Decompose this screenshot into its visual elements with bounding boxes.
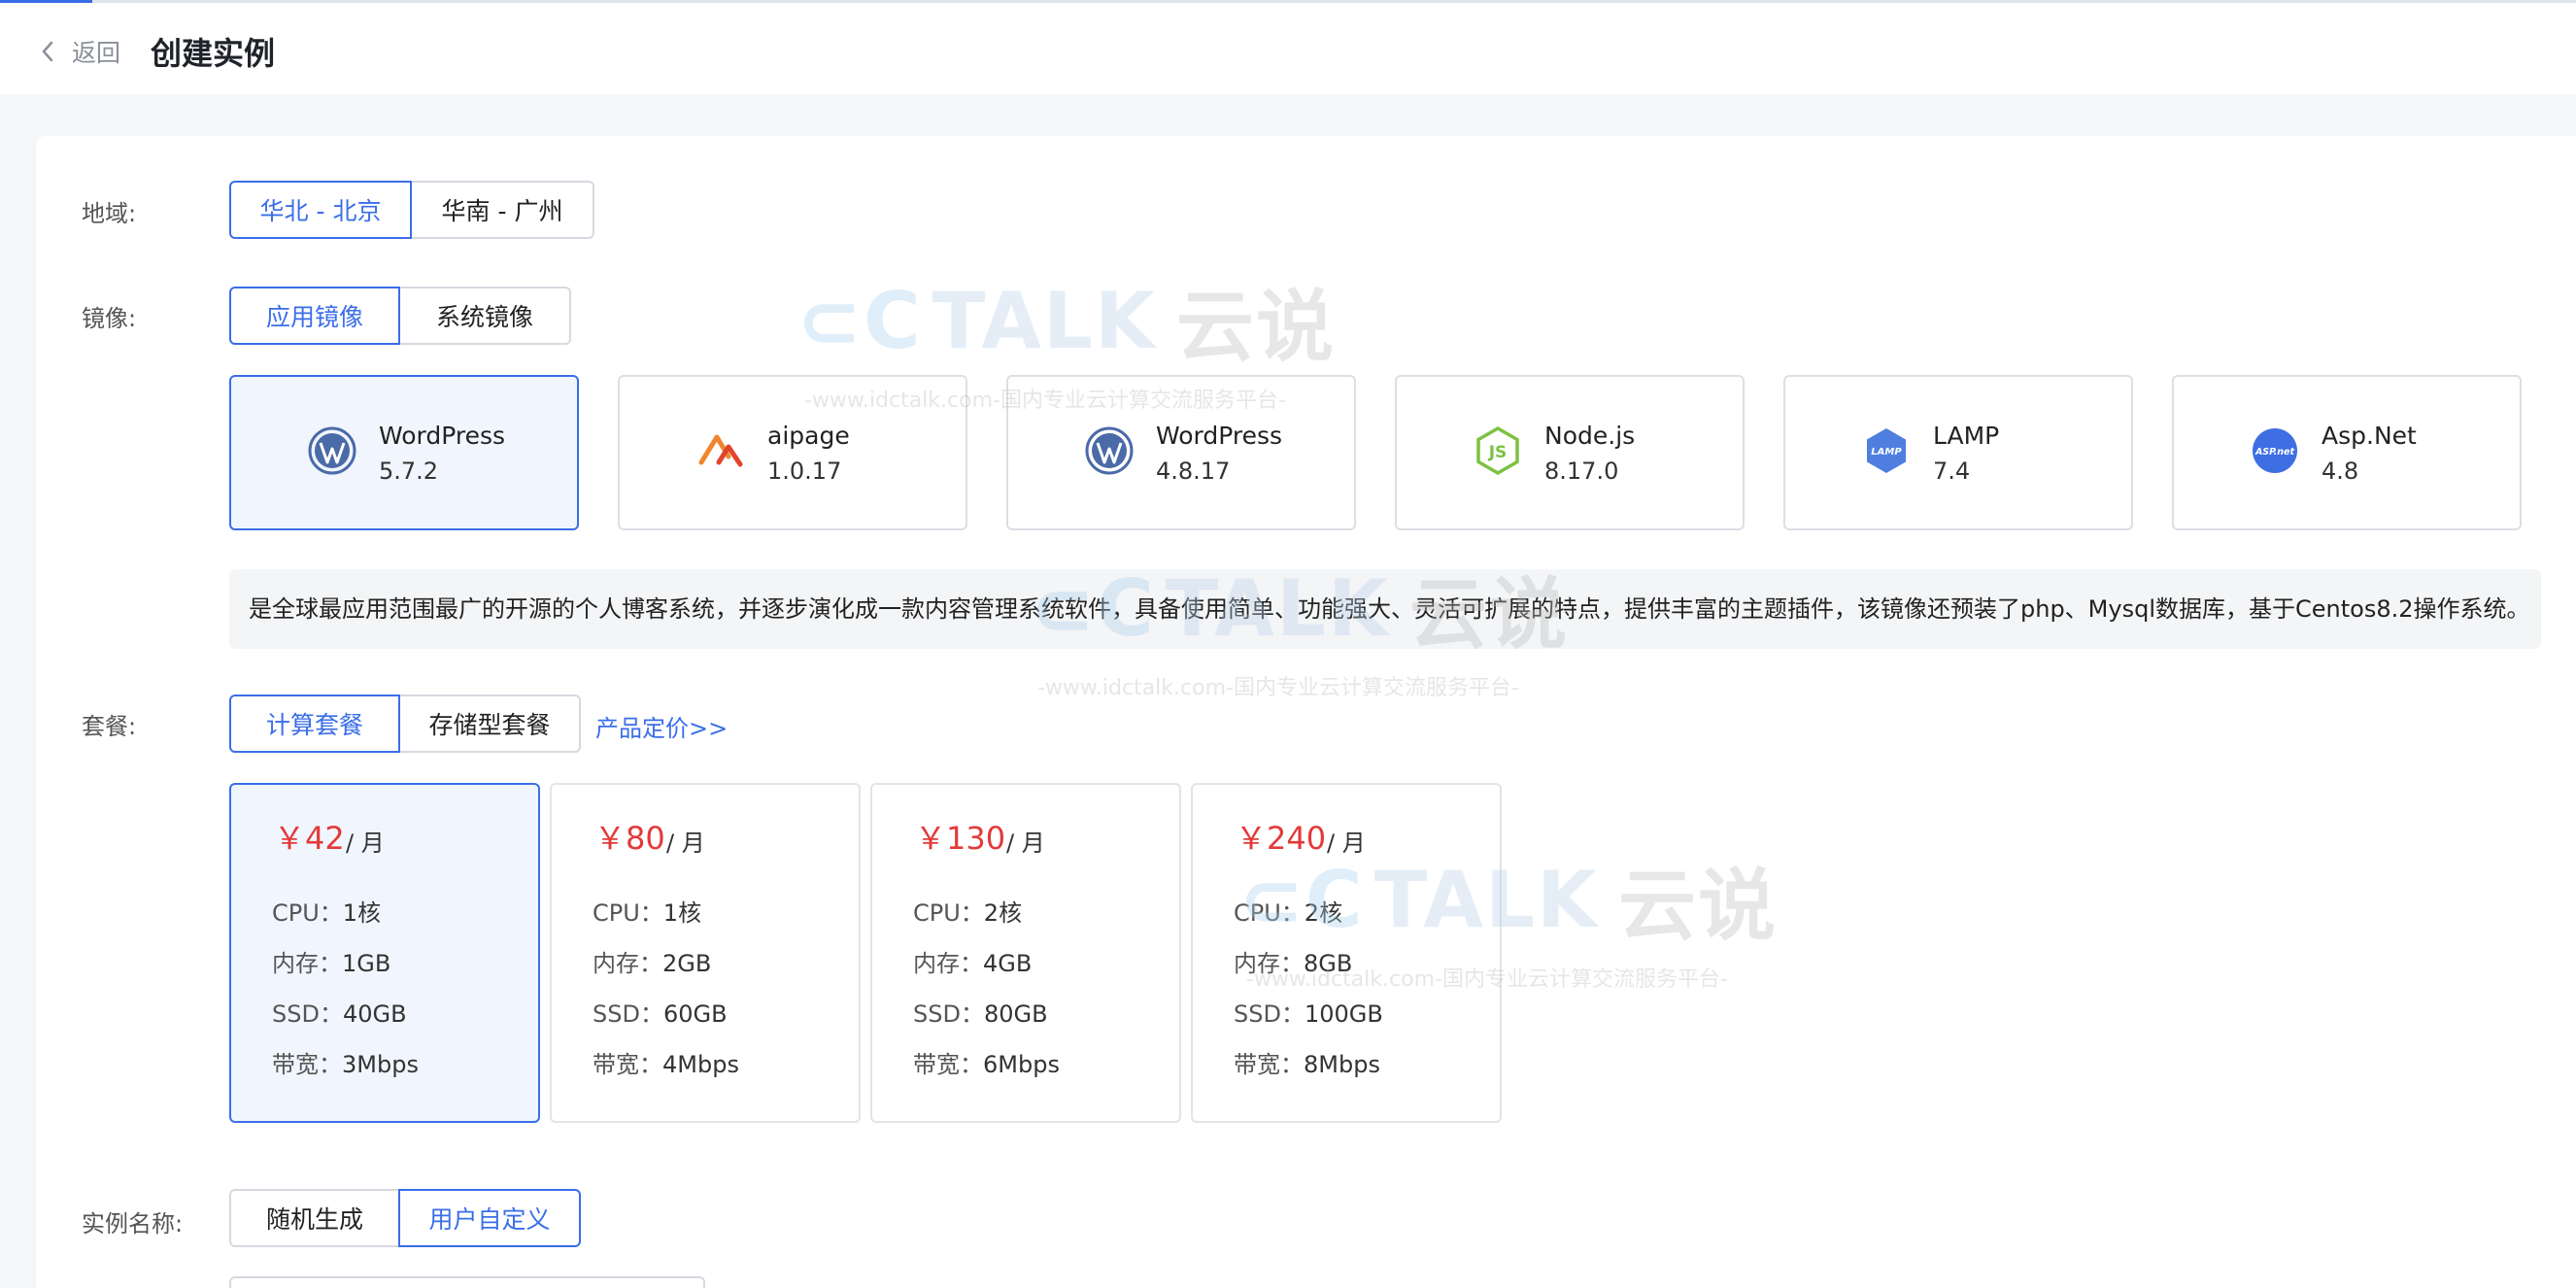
plan-ssd: SSD：80GB xyxy=(913,1000,1048,1028)
product-pricing-link[interactable]: 产品定价>> xyxy=(595,709,728,743)
image-version: 4.8 xyxy=(2322,458,2359,485)
image-card-aipage[interactable]: aipage 1.0.17 xyxy=(618,375,967,530)
plan-price: ￥80 xyxy=(594,820,665,857)
plan-cpu: CPU：2核 xyxy=(913,899,1023,927)
plan-unit: / 月 xyxy=(346,830,385,857)
instance-name-random[interactable]: 随机生成 xyxy=(229,1189,400,1247)
plan-memory: 内存：4GB xyxy=(913,950,1033,977)
plan-type-compute[interactable]: 计算套餐 xyxy=(229,695,400,753)
plan-bandwidth: 带宽：3Mbps xyxy=(272,1051,419,1078)
plan-card-130[interactable]: ￥130 / 月 CPU：2核 内存：4GB SSD：80GB 带宽：6Mbps xyxy=(870,783,1181,1123)
page-title: 创建实例 xyxy=(151,35,276,72)
plan-ssd: SSD：100GB xyxy=(1234,1000,1383,1028)
image-name: Asp.Net xyxy=(2322,422,2417,450)
nodejs-icon: JS xyxy=(1476,425,1519,476)
image-type-system[interactable]: 系统镜像 xyxy=(398,287,571,345)
image-version: 5.7.2 xyxy=(379,458,439,485)
plan-cpu: CPU：2核 xyxy=(1234,899,1343,927)
image-name: aipage xyxy=(767,422,850,450)
plan-unit: / 月 xyxy=(1327,830,1366,857)
image-card-wordpress-4817[interactable]: WordPress 4.8.17 xyxy=(1006,375,1356,530)
plan-card-240[interactable]: ￥240 / 月 CPU：2核 内存：8GB SSD：100GB 带宽：8Mbp… xyxy=(1191,783,1502,1123)
back-label: 返回 xyxy=(72,39,121,67)
svg-text:JS: JS xyxy=(1488,443,1508,462)
image-type-app[interactable]: 应用镜像 xyxy=(229,287,400,345)
plan-price: ￥240 xyxy=(1236,820,1327,857)
plan-card-42[interactable]: ￥42 / 月 CPU：1核 内存：1GB SSD：40GB 带宽：3Mbps xyxy=(229,783,540,1123)
image-version: 7.4 xyxy=(1933,458,1971,485)
image-version: 1.0.17 xyxy=(767,458,842,485)
wordpress-icon xyxy=(308,426,356,475)
image-name: LAMP xyxy=(1933,422,2000,450)
plan-bandwidth: 带宽：6Mbps xyxy=(913,1051,1060,1078)
image-name: WordPress xyxy=(379,422,506,450)
plan-cpu: CPU：1核 xyxy=(272,899,382,927)
plan-ssd: SSD：40GB xyxy=(272,1000,407,1028)
plan-type-storage[interactable]: 存储型套餐 xyxy=(398,695,581,753)
wordpress-icon xyxy=(1085,426,1134,475)
plan-label: 套餐: xyxy=(82,713,137,740)
plan-ssd: SSD：60GB xyxy=(593,1000,728,1028)
region-option-beijing[interactable]: 华北 - 北京 xyxy=(229,181,412,239)
plan-price: ￥42 xyxy=(274,820,345,857)
region-label: 地域: xyxy=(82,200,137,227)
image-version: 8.17.0 xyxy=(1544,458,1619,485)
image-description: 是全球最应用范围最广的开源的个人博客系统，并逐步演化成一款内容管理系统软件，具备… xyxy=(229,569,2541,649)
plan-unit: / 月 xyxy=(1006,830,1045,857)
plan-price: ￥130 xyxy=(915,820,1006,857)
plan-unit: / 月 xyxy=(666,830,705,857)
image-card-nodejs[interactable]: JS Node.js 8.17.0 xyxy=(1395,375,1745,530)
svg-text:ASP.net: ASP.net xyxy=(2254,447,2295,458)
aspnet-icon: ASP.net xyxy=(2253,428,2297,473)
plan-bandwidth: 带宽：4Mbps xyxy=(593,1051,739,1078)
aipage-icon xyxy=(698,434,743,467)
image-card-wordpress-572[interactable]: WordPress 5.7.2 xyxy=(229,375,579,530)
image-version: 4.8.17 xyxy=(1156,458,1231,485)
instance-name-custom[interactable]: 用户自定义 xyxy=(398,1189,581,1247)
back-button[interactable]: 返回 xyxy=(37,34,120,69)
chevron-left-icon xyxy=(42,41,53,62)
image-name: WordPress xyxy=(1156,422,1283,450)
lamp-icon: LAMP xyxy=(1867,428,1906,473)
plan-memory: 内存：8GB xyxy=(1234,950,1353,977)
image-card-lamp[interactable]: LAMP LAMP 7.4 xyxy=(1783,375,2133,530)
region-option-guangzhou[interactable]: 华南 - 广州 xyxy=(410,181,594,239)
instance-name-label: 实例名称: xyxy=(82,1210,184,1237)
image-name: Node.js xyxy=(1544,422,1636,450)
plan-card-80[interactable]: ￥80 / 月 CPU：1核 内存：2GB SSD：60GB 带宽：4Mbps xyxy=(550,783,861,1123)
plan-memory: 内存：2GB xyxy=(593,950,712,977)
instance-name-input[interactable] xyxy=(229,1276,705,1288)
page-header: 返回 创建实例 xyxy=(0,3,2576,94)
plan-bandwidth: 带宽：8Mbps xyxy=(1234,1051,1380,1078)
image-label: 镜像: xyxy=(82,305,137,332)
plan-cpu: CPU：1核 xyxy=(593,899,702,927)
plan-memory: 内存：1GB xyxy=(272,950,391,977)
image-card-aspnet[interactable]: ASP.net Asp.Net 4.8 xyxy=(2172,375,2522,530)
svg-text:LAMP: LAMP xyxy=(1871,447,1902,458)
